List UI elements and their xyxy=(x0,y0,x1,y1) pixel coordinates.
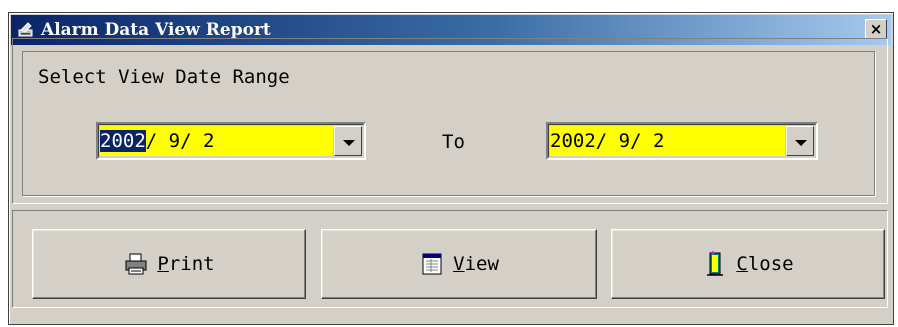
from-date-field[interactable]: 2002/ 9/ 2 xyxy=(100,126,333,156)
close-icon: × xyxy=(869,20,883,38)
group-label: Select View Date Range xyxy=(34,66,294,88)
from-date-combo[interactable]: 2002/ 9/ 2 xyxy=(96,122,366,160)
app-icon xyxy=(18,22,33,37)
close-button[interactable]: Close xyxy=(611,229,885,299)
view-label-rest: iew xyxy=(464,253,499,275)
from-date-dropdown-button[interactable] xyxy=(334,126,362,156)
print-label-rest: rint xyxy=(168,253,215,275)
door-icon xyxy=(707,251,724,276)
from-date-rest: / 9/ 2 xyxy=(145,130,215,152)
view-button[interactable]: View xyxy=(321,229,597,299)
close-window-button[interactable]: × xyxy=(865,19,887,39)
printer-icon xyxy=(125,253,147,275)
to-date-field[interactable]: 2002/ 9/ 2 xyxy=(550,126,785,156)
print-mnemonic: P xyxy=(157,253,169,275)
view-mnemonic: V xyxy=(453,253,465,275)
close-label-rest: lose xyxy=(747,253,794,275)
to-date-dropdown-button[interactable] xyxy=(786,126,814,156)
to-date-combo[interactable]: 2002/ 9/ 2 xyxy=(546,122,818,160)
to-label: To xyxy=(442,131,465,153)
from-date-selected: 2002 xyxy=(100,130,146,152)
close-mnemonic: C xyxy=(736,253,748,275)
view-icon xyxy=(422,253,442,275)
print-button[interactable]: Print xyxy=(32,229,306,299)
